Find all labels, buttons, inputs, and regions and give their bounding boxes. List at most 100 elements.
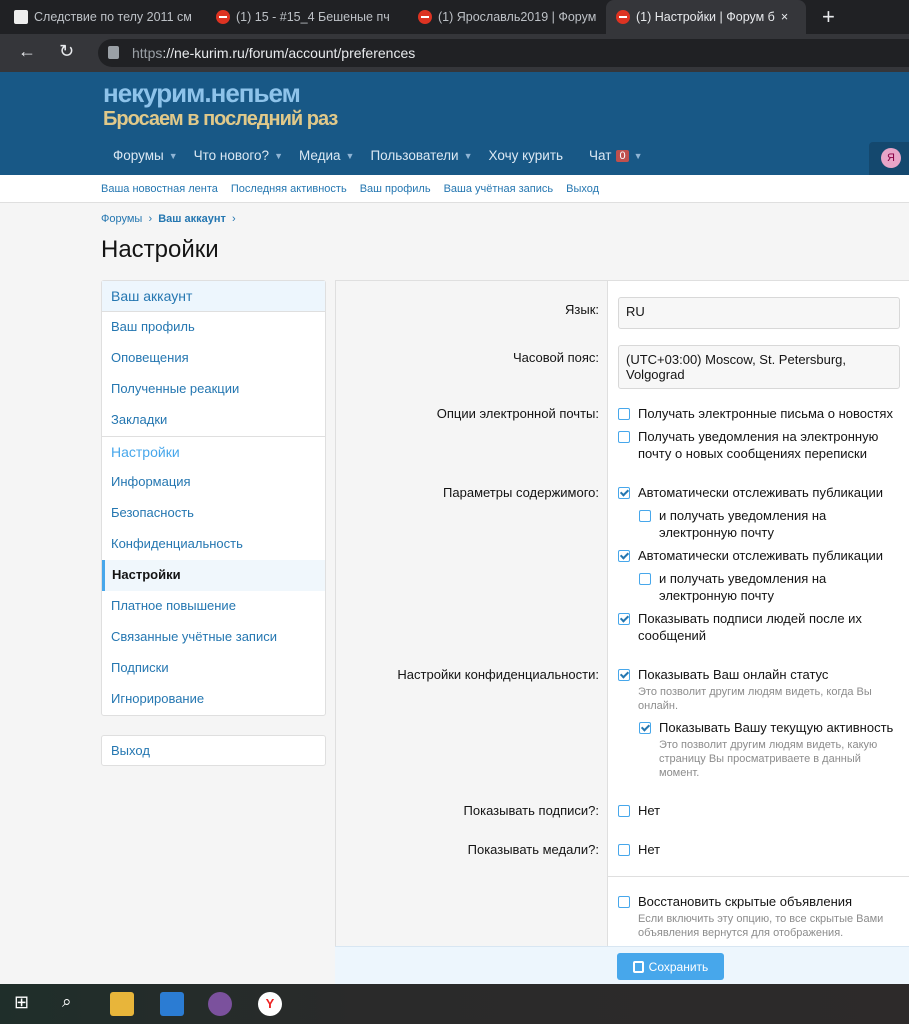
yandex-browser-icon[interactable]: Y xyxy=(258,992,282,1016)
subnav-link[interactable]: Ваша учётная запись xyxy=(444,183,554,195)
sidebar-heading[interactable]: Ваш аккаунт xyxy=(102,281,325,312)
windows-start-icon[interactable]: ⊞ xyxy=(14,992,38,1016)
sidebar-item[interactable]: Полученные реакции xyxy=(102,374,325,405)
checkbox-icon[interactable] xyxy=(639,573,651,585)
restore-notices-checkbox[interactable]: Восстановить скрытые объявления xyxy=(618,893,900,910)
subnav-link[interactable]: Выход xyxy=(566,183,599,195)
app-icon[interactable] xyxy=(160,992,184,1016)
checkbox-icon[interactable] xyxy=(618,408,630,420)
checkbox-checked-icon[interactable] xyxy=(618,669,630,681)
checkbox-icon[interactable] xyxy=(618,431,630,443)
breadcrumb-link[interactable]: Ваш аккаунт xyxy=(158,213,226,225)
sidebar-item[interactable]: Связанные учётные записи xyxy=(102,622,325,653)
nav-forums[interactable]: Форумы ▼ xyxy=(113,148,178,163)
search-icon[interactable]: ⌕ xyxy=(62,992,86,1016)
watch-content-email-checkbox[interactable]: и получать уведомления на электронную по… xyxy=(639,507,900,541)
site-icon xyxy=(616,10,630,24)
caret-down-icon[interactable]: ▼ xyxy=(169,151,178,161)
url-input[interactable]: https://ne-kurim.ru/forum/account/prefer… xyxy=(98,39,909,67)
browser-tab-active[interactable]: (1) Настройки | Форум б × xyxy=(606,0,806,34)
sidebar-item[interactable]: Информация xyxy=(102,467,325,498)
sidebar-item-active[interactable]: Настройки xyxy=(102,560,325,591)
sidebar-logout[interactable]: Выход xyxy=(101,735,326,766)
browser-tab[interactable]: (1) Ярославль2019 | Форум xyxy=(408,0,606,34)
checkbox-label: Автоматически отслеживать публикации xyxy=(638,485,883,500)
medals-checkbox[interactable]: Нет xyxy=(618,841,900,858)
breadcrumb-link[interactable]: Форумы xyxy=(101,213,142,225)
nav-chat[interactable]: Чат 0 ▼ xyxy=(589,148,642,163)
checkbox-icon[interactable] xyxy=(618,805,630,817)
checkbox-label: Нет xyxy=(638,803,661,818)
show-activity-checkbox[interactable]: Показывать Вашу текущую активность xyxy=(639,719,900,736)
nav-media[interactable]: Медиа ▼ xyxy=(299,148,354,163)
sidebar-item[interactable]: Конфиденциальность xyxy=(102,529,325,560)
caret-down-icon[interactable]: ▼ xyxy=(464,151,473,161)
email-conversations-checkbox[interactable]: Получать уведомления на электронную почт… xyxy=(618,428,900,462)
sidebar-item[interactable]: Платное повышение xyxy=(102,591,325,622)
preferences-form: Язык: RU Часовой пояс: (UTC+03:00) Mosco… xyxy=(335,280,909,985)
file-explorer-icon[interactable] xyxy=(110,992,134,1016)
viber-icon[interactable] xyxy=(208,992,232,1016)
tab-title: (1) 15 - #15_4 Бешеные пч xyxy=(236,10,390,24)
breadcrumb: Форумы › Ваш аккаунт › xyxy=(101,213,236,225)
sidebar-item[interactable]: Оповещения xyxy=(102,343,325,374)
sidebar-item[interactable]: Безопасность xyxy=(102,498,325,529)
page-icon xyxy=(14,10,28,24)
caret-down-icon[interactable]: ▼ xyxy=(346,151,355,161)
checkbox-label: Показывать подписи людей после их сообще… xyxy=(638,611,862,643)
sidebar-item[interactable]: Подписки xyxy=(102,653,325,684)
email-label: Опции электронной почты: xyxy=(436,406,599,421)
caret-down-icon[interactable]: ▼ xyxy=(634,151,643,161)
checkbox-checked-icon[interactable] xyxy=(618,487,630,499)
save-label: Сохранить xyxy=(648,959,709,974)
timezone-select[interactable]: (UTC+03:00) Moscow, St. Petersburg, Volg… xyxy=(618,345,900,389)
language-select[interactable]: RU xyxy=(618,297,900,329)
signatures-checkbox[interactable]: Нет xyxy=(618,802,900,819)
browser-tab[interactable]: (1) 15 - #15_4 Бешеные пч xyxy=(206,0,406,34)
sidebar-item[interactable]: Игнорирование xyxy=(102,684,325,715)
checkbox-icon[interactable] xyxy=(639,510,651,522)
watch-content-checkbox[interactable]: Автоматически отслеживать публикации xyxy=(618,484,900,501)
address-bar-row: ← ↻ https://ne-kurim.ru/forum/account/pr… xyxy=(0,34,909,72)
main-nav: Форумы ▼ Что нового? ▼ Медиа ▼ Пользователи… xyxy=(113,148,659,163)
checkbox-icon[interactable] xyxy=(618,844,630,856)
tab-title: (1) Ярославль2019 | Форум xyxy=(438,10,597,24)
tab-title: (1) Настройки | Форум б xyxy=(636,10,775,24)
windows-taskbar: ⊞ ⌕ Y xyxy=(0,984,909,1024)
reload-icon[interactable]: ↻ xyxy=(59,41,74,62)
user-menu[interactable]: Я xyxy=(869,142,909,175)
logo[interactable]: некурим.непьем xyxy=(103,78,301,109)
privacy-row: Настройки конфиденциальности: Показывать… xyxy=(336,662,909,798)
nav-label: Медиа xyxy=(299,148,341,163)
email-news-checkbox[interactable]: Получать электронные письма о новостях xyxy=(618,405,900,422)
watch-interaction-checkbox[interactable]: Автоматически отслеживать публикации xyxy=(618,547,900,564)
nav-want-smoke[interactable]: Хочу курить xyxy=(489,148,564,163)
caret-down-icon[interactable]: ▼ xyxy=(274,151,283,161)
checkbox-label: Восстановить скрытые объявления xyxy=(638,894,853,909)
close-tab-icon[interactable]: × xyxy=(781,10,788,24)
back-icon[interactable]: ← xyxy=(18,41,36,62)
sidebar-item[interactable]: Закладки xyxy=(102,405,325,436)
checkbox-label: Нет xyxy=(638,842,661,857)
watch-interaction-email-checkbox[interactable]: и получать уведомления на электронную по… xyxy=(639,570,900,604)
checkbox-checked-icon[interactable] xyxy=(618,613,630,625)
nav-whats-new[interactable]: Что нового? ▼ xyxy=(194,148,283,163)
checkbox-icon[interactable] xyxy=(618,896,630,908)
account-sidebar: Ваш аккаунт Ваш профиль Оповещения Получ… xyxy=(101,280,326,716)
checkbox-checked-icon[interactable] xyxy=(639,722,651,734)
checkbox-checked-icon[interactable] xyxy=(618,550,630,562)
checkbox-label: Показывать Вашу текущую активность xyxy=(659,720,894,735)
new-tab-button[interactable]: + xyxy=(812,0,845,34)
url-path: ://ne-kurim.ru/forum/account/preferences xyxy=(162,45,416,61)
nav-members[interactable]: Пользователи ▼ xyxy=(370,148,472,163)
subnav-link[interactable]: Последняя активность xyxy=(231,183,347,195)
show-signatures-checkbox[interactable]: Показывать подписи людей после их сообще… xyxy=(618,610,900,644)
browser-tab[interactable]: Следствие по телу 2011 см xyxy=(4,0,204,34)
sidebar-heading[interactable]: Настройки xyxy=(102,436,325,467)
show-online-checkbox[interactable]: Показывать Ваш онлайн статус xyxy=(618,666,900,683)
save-button[interactable]: Сохранить xyxy=(617,953,724,980)
subnav-link[interactable]: Ваш профиль xyxy=(360,183,431,195)
sidebar-item[interactable]: Ваш профиль xyxy=(102,312,325,343)
chat-badge: 0 xyxy=(616,149,629,162)
subnav-link[interactable]: Ваша новостная лента xyxy=(101,183,218,195)
